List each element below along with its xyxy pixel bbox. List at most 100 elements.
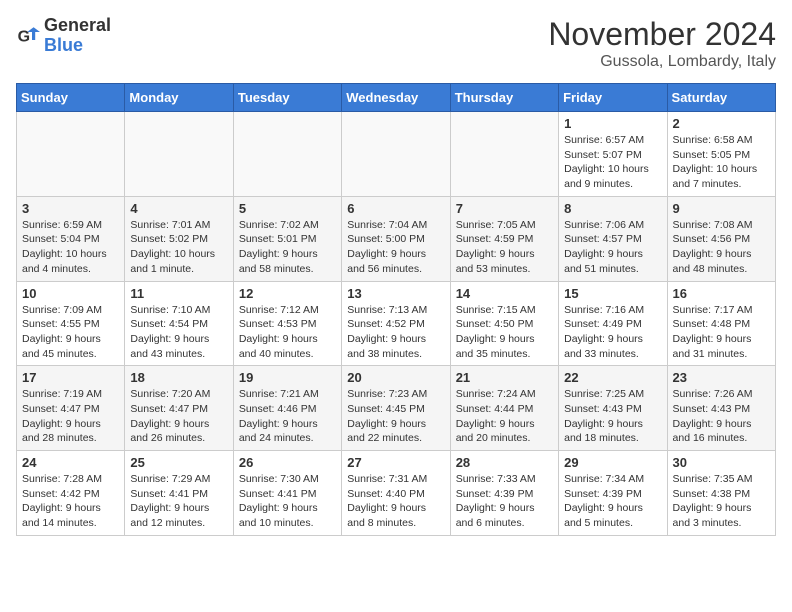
header-cell-friday: Friday xyxy=(559,84,667,112)
day-cell: 25 Sunrise: 7:29 AM Sunset: 4:41 PM Dayli… xyxy=(125,451,233,536)
day-cell: 17 Sunrise: 7:19 AM Sunset: 4:47 PM Dayli… xyxy=(17,366,125,451)
day-cell: 29Sunrise: 7:34 AM Sunset: 4:39 PM Dayli… xyxy=(559,451,667,536)
day-number: 6 xyxy=(347,201,444,216)
calendar-table: SundayMondayTuesdayWednesdayThursdayFrid… xyxy=(16,83,776,536)
logo-text: General Blue xyxy=(44,16,111,56)
day-info: Sunrise: 7:29 AM Sunset: 4:41 PM Dayligh… xyxy=(130,472,227,531)
day-number: 12 xyxy=(239,286,336,301)
day-number: 27 xyxy=(347,455,444,470)
day-number: 5 xyxy=(239,201,336,216)
day-cell: 21Sunrise: 7:24 AM Sunset: 4:44 PM Dayli… xyxy=(450,366,558,451)
day-cell: 10 Sunrise: 7:09 AM Sunset: 4:55 PM Dayli… xyxy=(17,281,125,366)
week-row-2: 10 Sunrise: 7:09 AM Sunset: 4:55 PM Dayli… xyxy=(17,281,776,366)
day-number: 18 xyxy=(130,370,227,385)
day-info: Sunrise: 7:04 AM Sunset: 5:00 PM Dayligh… xyxy=(347,218,444,277)
day-info: Sunrise: 7:35 AM Sunset: 4:38 PM Dayligh… xyxy=(673,472,770,531)
day-number: 30 xyxy=(673,455,770,470)
day-info: Sunrise: 7:02 AM Sunset: 5:01 PM Dayligh… xyxy=(239,218,336,277)
header-cell-saturday: Saturday xyxy=(667,84,775,112)
day-cell: 7 Sunrise: 7:05 AM Sunset: 4:59 PM Daylig… xyxy=(450,196,558,281)
day-number: 20 xyxy=(347,370,444,385)
day-cell: 28Sunrise: 7:33 AM Sunset: 4:39 PM Dayli… xyxy=(450,451,558,536)
day-info: Sunrise: 7:17 AM Sunset: 4:48 PM Dayligh… xyxy=(673,303,770,362)
day-cell: 8 Sunrise: 7:06 AM Sunset: 4:57 PM Daylig… xyxy=(559,196,667,281)
day-cell: 26 Sunrise: 7:30 AM Sunset: 4:41 PM Dayli… xyxy=(233,451,341,536)
day-cell: 15 Sunrise: 7:16 AM Sunset: 4:49 PM Dayli… xyxy=(559,281,667,366)
calendar-subtitle: Gussola, Lombardy, Italy xyxy=(548,53,776,71)
day-number: 7 xyxy=(456,201,553,216)
day-cell: 20Sunrise: 7:23 AM Sunset: 4:45 PM Dayli… xyxy=(342,366,450,451)
day-info: Sunrise: 7:21 AM Sunset: 4:46 PM Dayligh… xyxy=(239,387,336,446)
day-info: Sunrise: 7:06 AM Sunset: 4:57 PM Dayligh… xyxy=(564,218,661,277)
day-cell: 16Sunrise: 7:17 AM Sunset: 4:48 PM Dayli… xyxy=(667,281,775,366)
day-info: Sunrise: 7:16 AM Sunset: 4:49 PM Dayligh… xyxy=(564,303,661,362)
header-cell-wednesday: Wednesday xyxy=(342,84,450,112)
day-cell xyxy=(233,112,341,197)
day-number: 15 xyxy=(564,286,661,301)
day-number: 2 xyxy=(673,116,770,131)
day-info: Sunrise: 7:05 AM Sunset: 4:59 PM Dayligh… xyxy=(456,218,553,277)
day-cell: 1 Sunrise: 6:57 AM Sunset: 5:07 PM Daylig… xyxy=(559,112,667,197)
day-cell: 12Sunrise: 7:12 AM Sunset: 4:53 PM Dayli… xyxy=(233,281,341,366)
calendar-title: November 2024 xyxy=(548,16,776,53)
day-cell xyxy=(17,112,125,197)
day-cell: 11 Sunrise: 7:10 AM Sunset: 4:54 PM Dayli… xyxy=(125,281,233,366)
day-info: Sunrise: 7:09 AM Sunset: 4:55 PM Dayligh… xyxy=(22,303,119,362)
day-cell: 19 Sunrise: 7:21 AM Sunset: 4:46 PM Dayli… xyxy=(233,366,341,451)
week-row-0: 1 Sunrise: 6:57 AM Sunset: 5:07 PM Daylig… xyxy=(17,112,776,197)
day-info: Sunrise: 7:19 AM Sunset: 4:47 PM Dayligh… xyxy=(22,387,119,446)
day-number: 24 xyxy=(22,455,119,470)
day-info: Sunrise: 7:34 AM Sunset: 4:39 PM Dayligh… xyxy=(564,472,661,531)
day-number: 10 xyxy=(22,286,119,301)
day-info: Sunrise: 7:20 AM Sunset: 4:47 PM Dayligh… xyxy=(130,387,227,446)
day-info: Sunrise: 7:08 AM Sunset: 4:56 PM Dayligh… xyxy=(673,218,770,277)
day-number: 14 xyxy=(456,286,553,301)
day-cell: 30 Sunrise: 7:35 AM Sunset: 4:38 PM Dayli… xyxy=(667,451,775,536)
day-info: Sunrise: 7:13 AM Sunset: 4:52 PM Dayligh… xyxy=(347,303,444,362)
day-number: 3 xyxy=(22,201,119,216)
header-cell-tuesday: Tuesday xyxy=(233,84,341,112)
day-number: 4 xyxy=(130,201,227,216)
day-cell: 23 Sunrise: 7:26 AM Sunset: 4:43 PM Dayli… xyxy=(667,366,775,451)
page-header: G General Blue November 2024 Gussola, Lo… xyxy=(16,16,776,71)
day-cell: 22Sunrise: 7:25 AM Sunset: 4:43 PM Dayli… xyxy=(559,366,667,451)
header-row: SundayMondayTuesdayWednesdayThursdayFrid… xyxy=(17,84,776,112)
week-row-4: 24 Sunrise: 7:28 AM Sunset: 4:42 PM Dayli… xyxy=(17,451,776,536)
title-section: November 2024 Gussola, Lombardy, Italy xyxy=(548,16,776,71)
day-cell: 24 Sunrise: 7:28 AM Sunset: 4:42 PM Dayli… xyxy=(17,451,125,536)
day-cell xyxy=(125,112,233,197)
day-cell: 13 Sunrise: 7:13 AM Sunset: 4:52 PM Dayli… xyxy=(342,281,450,366)
day-number: 25 xyxy=(130,455,227,470)
day-info: Sunrise: 7:10 AM Sunset: 4:54 PM Dayligh… xyxy=(130,303,227,362)
day-info: Sunrise: 7:28 AM Sunset: 4:42 PM Dayligh… xyxy=(22,472,119,531)
day-info: Sunrise: 6:57 AM Sunset: 5:07 PM Dayligh… xyxy=(564,133,661,192)
day-number: 23 xyxy=(673,370,770,385)
day-cell: 18 Sunrise: 7:20 AM Sunset: 4:47 PM Dayli… xyxy=(125,366,233,451)
day-number: 9 xyxy=(673,201,770,216)
logo: G General Blue xyxy=(16,16,111,56)
day-number: 17 xyxy=(22,370,119,385)
header-cell-monday: Monday xyxy=(125,84,233,112)
day-number: 13 xyxy=(347,286,444,301)
day-number: 11 xyxy=(130,286,227,301)
day-number: 1 xyxy=(564,116,661,131)
header-cell-thursday: Thursday xyxy=(450,84,558,112)
day-info: Sunrise: 7:30 AM Sunset: 4:41 PM Dayligh… xyxy=(239,472,336,531)
day-number: 8 xyxy=(564,201,661,216)
day-number: 26 xyxy=(239,455,336,470)
day-info: Sunrise: 7:15 AM Sunset: 4:50 PM Dayligh… xyxy=(456,303,553,362)
day-cell: 9 Sunrise: 7:08 AM Sunset: 4:56 PM Daylig… xyxy=(667,196,775,281)
day-info: Sunrise: 7:26 AM Sunset: 4:43 PM Dayligh… xyxy=(673,387,770,446)
svg-text:G: G xyxy=(18,28,30,45)
day-cell: 3 Sunrise: 6:59 AM Sunset: 5:04 PM Daylig… xyxy=(17,196,125,281)
day-cell: 14 Sunrise: 7:15 AM Sunset: 4:50 PM Dayli… xyxy=(450,281,558,366)
day-number: 19 xyxy=(239,370,336,385)
day-cell xyxy=(450,112,558,197)
day-cell: 4Sunrise: 7:01 AM Sunset: 5:02 PM Daylig… xyxy=(125,196,233,281)
day-info: Sunrise: 7:31 AM Sunset: 4:40 PM Dayligh… xyxy=(347,472,444,531)
day-info: Sunrise: 7:33 AM Sunset: 4:39 PM Dayligh… xyxy=(456,472,553,531)
day-info: Sunrise: 7:24 AM Sunset: 4:44 PM Dayligh… xyxy=(456,387,553,446)
day-cell: 5 Sunrise: 7:02 AM Sunset: 5:01 PM Daylig… xyxy=(233,196,341,281)
logo-icon: G xyxy=(16,24,40,48)
day-info: Sunrise: 6:59 AM Sunset: 5:04 PM Dayligh… xyxy=(22,218,119,277)
